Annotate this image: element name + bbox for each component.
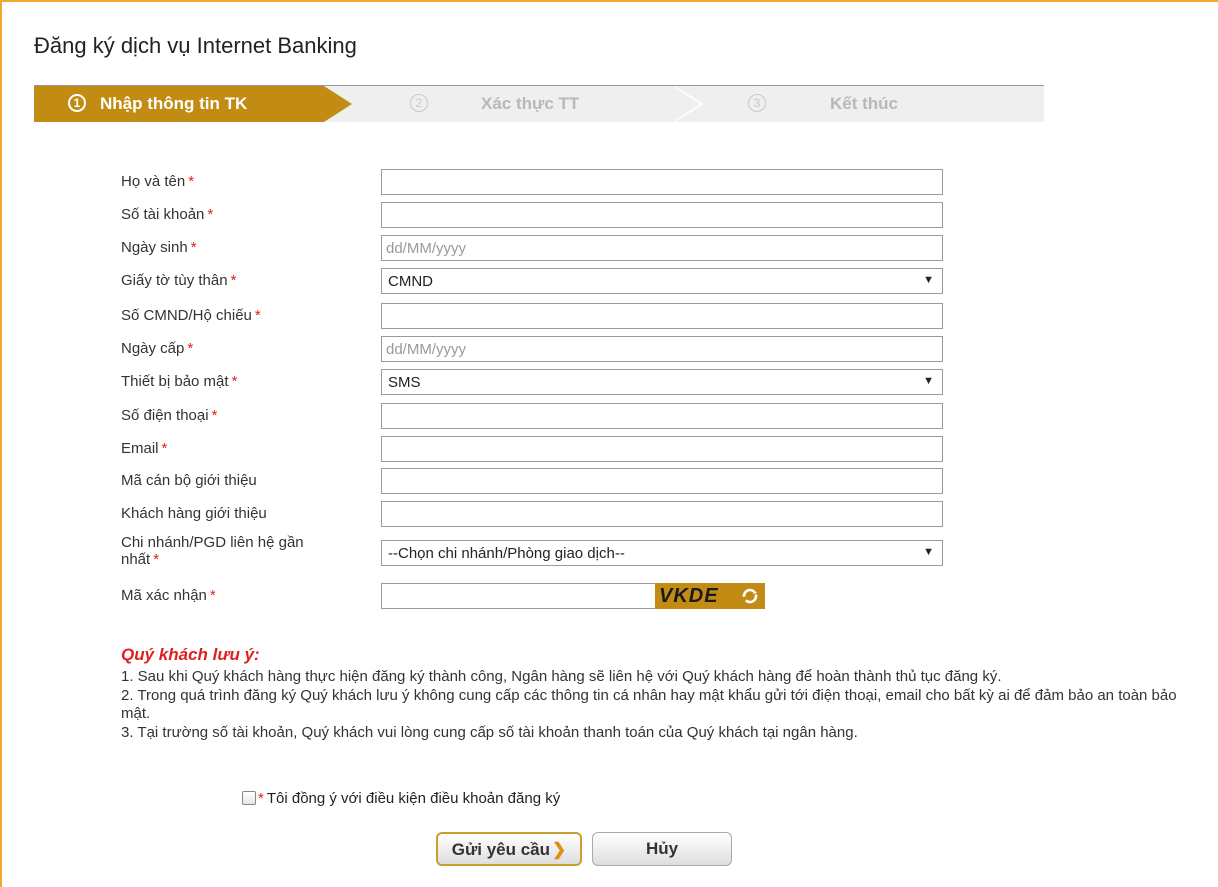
- id-document-value: CMND: [388, 273, 433, 290]
- step-divider-arrow-inner: [672, 86, 700, 122]
- id-number-label: Số CMND/Hộ chiếu *: [121, 307, 261, 324]
- row-security-device: Thiết bị bảo mật * SMS ▼: [121, 369, 943, 395]
- cancel-button[interactable]: Hủy: [592, 832, 732, 866]
- page-title: Đăng ký dịch vụ Internet Banking: [34, 33, 357, 58]
- row-email: Email *: [121, 436, 943, 462]
- row-captcha: Mã xác nhận * VKDE: [121, 583, 943, 609]
- dob-label: Ngày sinh *: [121, 239, 197, 256]
- referrer-staff-input[interactable]: [381, 468, 943, 494]
- branch-select[interactable]: --Chọn chi nhánh/Phòng giao dịch-- ▼: [381, 540, 943, 566]
- step-1-arrow: [324, 86, 352, 122]
- step-2-label: Xác thực TT: [481, 94, 580, 113]
- branch-label: Chi nhánh/PGD liên hệ gần nhất *: [121, 534, 304, 568]
- account-number-input[interactable]: [381, 202, 943, 228]
- step-2-number: 2: [410, 94, 428, 112]
- security-device-value: SMS: [388, 374, 421, 391]
- id-number-input[interactable]: [381, 303, 943, 329]
- step-3-number: 3: [748, 94, 766, 112]
- dob-input[interactable]: [381, 235, 943, 261]
- issue-date-label: Ngày cấp *: [121, 340, 194, 357]
- step-progress: 1 Nhập thông tin TK 2 Xác thực TT 3 Kết …: [34, 85, 1044, 122]
- issue-date-input[interactable]: [381, 336, 943, 362]
- submit-label: Gửi yêu cầu: [451, 840, 551, 859]
- row-account-number: Số tài khoản *: [121, 202, 943, 228]
- row-id-document: Giấy tờ tùy thân * CMND ▼: [121, 268, 943, 294]
- referrer-staff-label: Mã cán bộ giới thiệu: [121, 472, 257, 489]
- phone-input[interactable]: [381, 403, 943, 429]
- chevron-down-icon: ▼: [923, 375, 934, 387]
- step-3-label: Kết thúc: [830, 94, 898, 113]
- row-full-name: Họ và tên *: [121, 169, 943, 195]
- id-document-select[interactable]: CMND ▼: [381, 268, 943, 294]
- referrer-customer-label: Khách hàng giới thiệu: [121, 505, 267, 522]
- note-item-3: 3. Tại trường số tài khoản, Quý khách vu…: [121, 724, 858, 741]
- row-phone: Số điện thoại *: [121, 403, 943, 429]
- account-number-label: Số tài khoản *: [121, 206, 214, 223]
- step-1-number: 1: [68, 94, 86, 112]
- branch-value: --Chọn chi nhánh/Phòng giao dịch--: [388, 545, 625, 562]
- row-issue-date: Ngày cấp *: [121, 336, 943, 362]
- captcha-label: Mã xác nhận *: [121, 587, 216, 604]
- chevron-down-icon: ▼: [923, 274, 934, 286]
- agree-checkbox[interactable]: [242, 791, 256, 805]
- security-device-select[interactable]: SMS ▼: [381, 369, 943, 395]
- captcha-code: VKDE: [659, 585, 719, 607]
- row-referrer-staff: Mã cán bộ giới thiệu: [121, 468, 943, 494]
- email-input[interactable]: [381, 436, 943, 462]
- note-item-2: 2. Trong quá trình đăng ký Quý khách lưu…: [121, 687, 1177, 722]
- submit-button[interactable]: Gửi yêu cầu ❯: [436, 832, 582, 866]
- step-1: 1 Nhập thông tin TK: [34, 86, 324, 122]
- referrer-customer-input[interactable]: [381, 501, 943, 527]
- refresh-icon[interactable]: [741, 587, 759, 605]
- note-item-1: 1. Sau khi Quý khách hàng thực hiện đăng…: [121, 668, 1002, 685]
- captcha-input[interactable]: [381, 583, 655, 609]
- full-name-label: Họ và tên *: [121, 173, 195, 190]
- captcha-image: VKDE: [655, 583, 765, 609]
- agree-label: * Tôi đồng ý với điều kiện điều khoản đăn…: [258, 790, 561, 807]
- row-dob: Ngày sinh *: [121, 235, 943, 261]
- phone-label: Số điện thoại *: [121, 407, 218, 424]
- step-1-label: Nhập thông tin TK: [100, 94, 248, 113]
- full-name-input[interactable]: [381, 169, 943, 195]
- row-branch: Chi nhánh/PGD liên hệ gần nhất * --Chọn c…: [121, 534, 943, 568]
- row-referrer-customer: Khách hàng giới thiệu: [121, 501, 943, 527]
- security-device-label: Thiết bị bảo mật *: [121, 373, 238, 390]
- notes-title: Quý khách lưu ý:: [121, 645, 260, 664]
- id-document-label: Giấy tờ tùy thân *: [121, 272, 237, 289]
- email-label: Email *: [121, 440, 168, 457]
- chevron-right-icon: ❯: [552, 840, 567, 859]
- chevron-down-icon: ▼: [923, 546, 934, 558]
- row-id-number: Số CMND/Hộ chiếu *: [121, 303, 943, 329]
